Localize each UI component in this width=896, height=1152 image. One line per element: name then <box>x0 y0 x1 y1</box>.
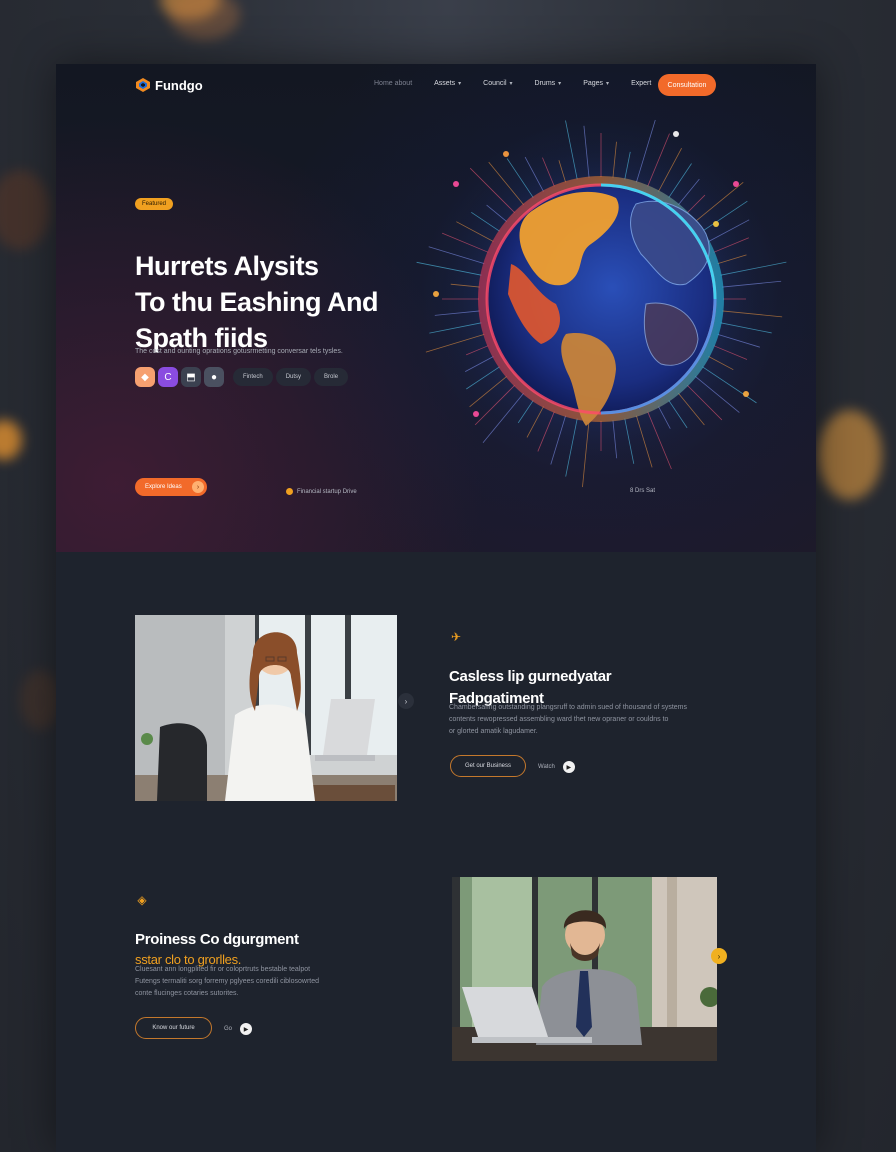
globe-illustration <box>416 119 787 488</box>
feature2-body-line-3: conte flucinges cotaries sutorites. <box>135 990 239 997</box>
bokeh-light <box>818 410 882 500</box>
feature1-body-line-1: Chambersafing outstanding plangsruff to … <box>449 704 688 711</box>
hero-chips: ◆ C ⬒ ● Fintech Dutsy Brole <box>135 367 349 387</box>
play-icon: ▶ <box>240 1023 253 1035</box>
hero-meta-left-text: Financial startup Drive <box>297 488 357 495</box>
explore-ideas-label: Explore Ideas <box>145 484 182 490</box>
arrow-right-icon: › <box>192 481 204 493</box>
feature2-go-link[interactable]: Go ▶ <box>224 1023 253 1035</box>
app-icon-grey[interactable]: ⬒ <box>181 367 201 387</box>
nav-label: Council <box>483 80 507 87</box>
app-icon-peach[interactable]: ◆ <box>135 367 155 387</box>
chevron-down-icon: ▾ <box>458 81 462 87</box>
next-arrow-button[interactable]: › <box>711 948 727 964</box>
logo[interactable]: Fundgo <box>135 77 203 93</box>
feature1-body-line-3: or glorted amatik lagudamer. <box>449 728 538 735</box>
play-icon: ▶ <box>562 761 575 773</box>
consultation-button[interactable]: Consultation <box>658 74 716 96</box>
app-icon-slate[interactable]: ● <box>204 367 224 387</box>
hero-headline: Hurrets Alysits To thu Eashing And Spath… <box>135 248 435 356</box>
man-laptop-photo <box>452 877 717 1061</box>
chevron-down-icon: ▾ <box>606 81 610 87</box>
nav-item-drums[interactable]: Drums ▾ <box>535 80 562 87</box>
explore-ideas-button[interactable]: Explore Ideas › <box>135 478 207 496</box>
feature2-body: Cluesant ann longplited fir or coloprtru… <box>135 964 405 1000</box>
feature1-body: Chambersafing outstanding plangsruff to … <box>449 702 719 738</box>
feature2-cta-button[interactable]: Know our future <box>135 1017 212 1039</box>
nav-item-home[interactable]: Home about <box>374 80 412 87</box>
feature1-body-line-2: contents rewopressed assembling ward the… <box>449 716 669 723</box>
feature1-title-line-1: Casless lip gurnedyatar <box>449 668 612 686</box>
bokeh-light <box>20 670 60 730</box>
bokeh-light <box>170 0 240 40</box>
nav-item-assets[interactable]: Assets ▾ <box>434 80 461 87</box>
feature2-body-line-1: Cluesant ann longplited fir or coloprtru… <box>135 966 311 973</box>
nav-label: Home about <box>374 80 413 87</box>
chip-fintech[interactable]: Fintech <box>233 368 273 386</box>
chevron-down-icon: ▾ <box>509 81 513 87</box>
headline-line-2: To thu Eashing And <box>135 287 378 318</box>
rocket-icon: ✈ <box>450 630 462 644</box>
nav-label: Drums <box>534 80 556 87</box>
diamond-icon: ◈ <box>137 893 147 907</box>
bokeh-light <box>0 170 50 250</box>
nav-item-pages[interactable]: Pages ▾ <box>583 80 609 87</box>
nav-label: Assets <box>434 80 456 87</box>
hero-subline: The cost and ounting oprations gotusrmet… <box>135 348 343 355</box>
chip-dutsy[interactable]: Dutsy <box>275 368 312 386</box>
nav-item-expert[interactable]: Expert <box>631 80 651 87</box>
headline-line-1: Hurrets Alysits <box>135 251 319 282</box>
nav-item-council[interactable]: Council ▾ <box>483 80 512 87</box>
chevron-down-icon: ▾ <box>558 81 562 87</box>
logo-icon <box>136 78 150 92</box>
woman-laptop-photo <box>135 615 397 801</box>
hero-meta-right: 8 Drs Sat <box>630 488 656 494</box>
chip-brole[interactable]: Brole <box>314 368 349 386</box>
feature1-watch-link[interactable]: Watch ▶ <box>538 761 575 773</box>
feature1-cta-button[interactable]: Get our Business <box>450 755 526 777</box>
logo-text: Fundgo <box>155 77 203 93</box>
bokeh-light <box>0 420 22 460</box>
bullet-icon <box>286 488 293 495</box>
main-nav: Home about Assets ▾ Council ▾ Drums ▾ Pages… <box>374 80 651 87</box>
app-icon-purple[interactable]: C <box>158 367 178 387</box>
landing-page: Fundgo Home about Assets ▾ Council ▾ Drums… <box>56 64 816 1152</box>
go-label: Go <box>224 1026 233 1032</box>
feature2-title-line-1: Proiness Co dgurgment <box>135 931 299 949</box>
watch-label: Watch <box>538 764 555 770</box>
nav-label: Pages <box>583 80 604 87</box>
featured-tag: Featured <box>135 198 174 210</box>
hero-meta-left: Financial startup Drive <box>286 488 357 495</box>
feature2-body-line-2: Futengs termaliti sorg forremy pglyees c… <box>135 978 320 985</box>
hero-section: Fundgo Home about Assets ▾ Council ▾ Drums… <box>56 64 816 552</box>
nav-label: Expert <box>631 80 652 87</box>
next-arrow-button[interactable]: › <box>398 693 414 709</box>
